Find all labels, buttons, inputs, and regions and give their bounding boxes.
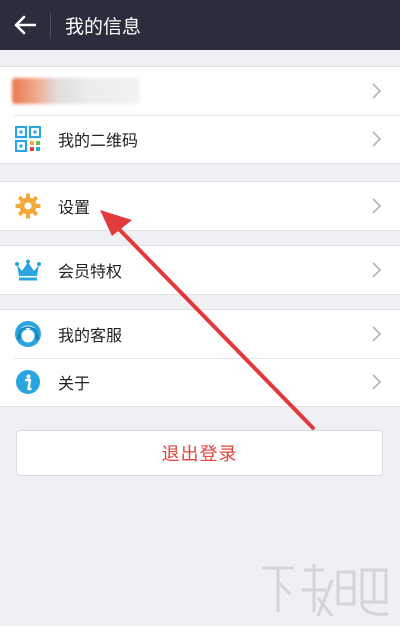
about-label: 关于 [58,374,91,393]
customer-service-label: 我的客服 [58,326,123,345]
qr-code-row[interactable]: 我的二维码 [0,115,400,163]
settings-row[interactable]: 设置 [0,182,400,230]
profile-name-blurred [12,78,140,104]
header-divider [50,12,51,38]
support-group: 我的客服 关于 [0,309,400,407]
gear-icon [14,192,42,220]
chevron-right-icon [372,326,382,342]
chevron-right-icon [372,374,382,390]
chevron-right-icon [372,83,382,99]
customer-service-row[interactable]: 我的客服 [0,310,400,358]
chevron-right-icon [372,262,382,278]
customer-service-icon [14,320,42,348]
chevron-right-icon [372,198,382,214]
arrow-left-icon [14,15,36,35]
qr-code-icon [14,125,42,153]
about-row[interactable]: 关于 [0,358,400,406]
back-button[interactable] [0,0,50,50]
membership-label: 会员特权 [58,262,123,281]
info-icon [14,368,42,396]
watermark-logo [262,564,389,617]
logout-button[interactable]: 退出登录 [16,430,383,476]
membership-row[interactable]: 会员特权 [0,246,400,294]
top-bar: 我的信息 [0,0,400,50]
chevron-right-icon [372,131,382,147]
account-group: 我的二维码 [0,66,400,164]
settings-group: 设置 [0,181,400,231]
crown-icon [14,256,42,284]
profile-row[interactable] [0,67,400,115]
membership-group: 会员特权 [0,245,400,295]
qr-code-label: 我的二维码 [58,131,139,150]
page-title: 我的信息 [65,15,142,38]
settings-label: 设置 [58,198,91,217]
